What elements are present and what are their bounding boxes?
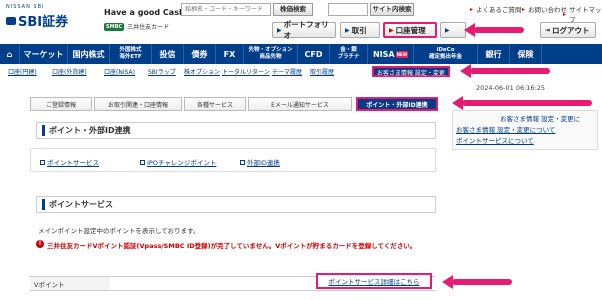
help-link-point-service[interactable]: ポイントサービスについて: [456, 135, 534, 145]
annotation-arrow-head: [452, 96, 463, 110]
bullet-icon: [140, 159, 145, 165]
tab-registration-info[interactable]: ご登録情報: [30, 97, 92, 111]
nav-nisa[interactable]: NISA NEW: [368, 44, 414, 64]
vpoint-label: Vポイント: [30, 277, 110, 290]
annotation-arrow-head: [442, 275, 453, 289]
contact-link[interactable]: ▸ お問い合わせ: [522, 4, 568, 15]
annotation-arrow-shaft: [474, 27, 524, 33]
link-ipo-challenge[interactable]: IPOチャレンジポイント: [140, 157, 216, 167]
new-badge: NEW: [395, 50, 409, 58]
logo-subtext: NISSAN SBI: [6, 4, 45, 10]
tab-trade-account[interactable]: お取引関連・口座情報: [94, 97, 182, 111]
arrow-right-icon: ▸: [563, 10, 567, 18]
section-title: ポイントサービス: [49, 200, 113, 209]
trade-button[interactable]: ▶ 取引: [340, 22, 380, 38]
logout-button[interactable]: ⇥ ログアウト: [540, 22, 596, 38]
nav-bank[interactable]: 銀行: [478, 44, 510, 64]
section-point-service: ポイントサービス: [36, 196, 436, 213]
stock-search-input[interactable]: [181, 3, 271, 16]
bullet-icon: [240, 159, 245, 165]
tab-email-notification[interactable]: Eメール通知サービス: [248, 97, 352, 111]
subnav-customer-info[interactable]: お客さま情報 設定・変更: [372, 66, 450, 77]
link-label: 外部ID連携: [247, 159, 280, 167]
subnav-total-return[interactable]: トータルリターン: [222, 67, 270, 76]
smbc-mark: SMBC: [104, 22, 125, 31]
subnav-account-nisa[interactable]: 口座(NISA): [104, 67, 135, 76]
subnav-account-foreign[interactable]: 口座(外貨建): [52, 67, 87, 76]
nav-cfd[interactable]: CFD: [298, 44, 330, 64]
timestamp: 2024-06-01 06:16:25: [476, 84, 546, 92]
section-bar: [42, 125, 45, 136]
stock-search-button[interactable]: 株価検索: [273, 3, 313, 16]
alert-icon: !: [36, 240, 44, 248]
bullet-icon: [40, 159, 45, 165]
section-title: ポイント・外部ID連携: [49, 126, 131, 135]
help-link-customer-info[interactable]: お客さま情報 設定・変更について: [456, 124, 555, 134]
nav-ideco[interactable]: iDeCo 確定拠出年金: [414, 44, 478, 64]
arrow-right-icon: ▸: [522, 5, 526, 13]
logout-icon: ⇥: [545, 26, 551, 34]
point-service-detail-link[interactable]: ポイントサービス詳細はこちら: [316, 273, 432, 289]
trade-label: 取引: [351, 25, 367, 35]
misc-button[interactable]: ▶: [440, 22, 466, 38]
nav-gold[interactable]: 金・銀 プラチナ: [330, 44, 368, 64]
link-point-service[interactable]: ポイントサービス: [40, 157, 99, 167]
link-external-id[interactable]: 外部ID連携: [240, 157, 280, 167]
nav-market[interactable]: マーケット: [20, 44, 68, 64]
smbc-card-text: 三井住友カード: [127, 24, 170, 31]
annotation-arrow-shaft: [462, 100, 592, 106]
annotation-arrow-head: [460, 64, 471, 78]
nav-foreign-stock[interactable]: 外国株式 海外ETF: [110, 44, 152, 64]
account-management-button[interactable]: ▶ 口座管理: [383, 22, 437, 38]
section-bar: [42, 199, 45, 210]
section-point-external-id: ポイント・外部ID連携: [36, 122, 436, 139]
nav-bonds[interactable]: 債券: [184, 44, 216, 64]
arrow-right-icon: ▸: [470, 5, 474, 13]
play-icon: ▶: [345, 26, 350, 34]
subnav-stock-option[interactable]: 株オプション: [184, 67, 220, 76]
point-description: メインポイント設定中のポイントを表示しております。: [38, 227, 200, 235]
portfolio-button[interactable]: ▶ ポートフォリオ: [272, 20, 336, 40]
subnav-account-jpy[interactable]: 口座(円建): [8, 67, 37, 76]
right-panel-title: お客さま情報 設定・変更に: [500, 115, 581, 123]
play-icon: ▶: [445, 26, 450, 34]
logo-mark-icon: [6, 16, 16, 25]
home-icon[interactable]: ⌂: [0, 44, 20, 64]
site-search-button[interactable]: サイト内検索: [370, 3, 414, 16]
subnav-trade-history[interactable]: 取引履歴: [310, 67, 334, 76]
link-label: IPOチャレンジポイント: [147, 159, 217, 167]
play-icon: ▶: [389, 26, 394, 34]
nav-futures-options[interactable]: 先物・オプション 商品先物: [244, 44, 298, 64]
nav-insurance[interactable]: 保険: [510, 44, 542, 64]
subnav-theme-history[interactable]: テーマ履歴: [272, 67, 302, 76]
site-search-input[interactable]: [328, 3, 368, 16]
portfolio-label: ポートフォリオ: [283, 20, 329, 40]
link-label: ポイントサービス: [47, 159, 99, 167]
tab-services[interactable]: 各種サービス: [184, 97, 246, 111]
sbi-logo[interactable]: NISSAN SBI SBI証券: [6, 4, 76, 36]
nav-nisa-label: NISA: [372, 49, 395, 59]
nav-funds[interactable]: 投信: [152, 44, 184, 64]
sitemap-link[interactable]: ▸ サイトマップ: [563, 4, 602, 24]
warning-text: 三井住友カードVポイント認証(Vpass/SMBC ID登録)が完了していません…: [47, 242, 417, 250]
subnav-sbi-wrap[interactable]: SBIラップ: [148, 67, 176, 76]
annotation-arrow-shaft: [470, 68, 550, 74]
nav-domestic-stock[interactable]: 国内株式: [68, 44, 110, 64]
faq-link[interactable]: ▸ よくあるご質問: [470, 4, 522, 15]
annotation-arrow-shaft: [452, 279, 512, 285]
smbc-card-logo: SMBC 三井住友カード: [104, 22, 169, 31]
sitemap-link-label: サイトマップ: [569, 6, 602, 24]
logout-label: ログアウト: [552, 25, 590, 35]
account-management-label: 口座管理: [395, 25, 426, 35]
contact-link-label: お問い合わせ: [528, 6, 568, 14]
play-icon: ▶: [277, 26, 282, 34]
tab-point-external-id[interactable]: ポイント・外部ID連携: [356, 97, 438, 111]
logo-text: SBI証券: [18, 15, 69, 30]
annotation-arrow-head: [464, 23, 475, 37]
vpoint-warning: ! 三井住友カードVポイント認証(Vpass/SMBC ID登録)が完了していま…: [36, 240, 436, 250]
nav-fx[interactable]: FX: [216, 44, 244, 64]
faq-link-label: よくあるご質問: [476, 6, 522, 14]
